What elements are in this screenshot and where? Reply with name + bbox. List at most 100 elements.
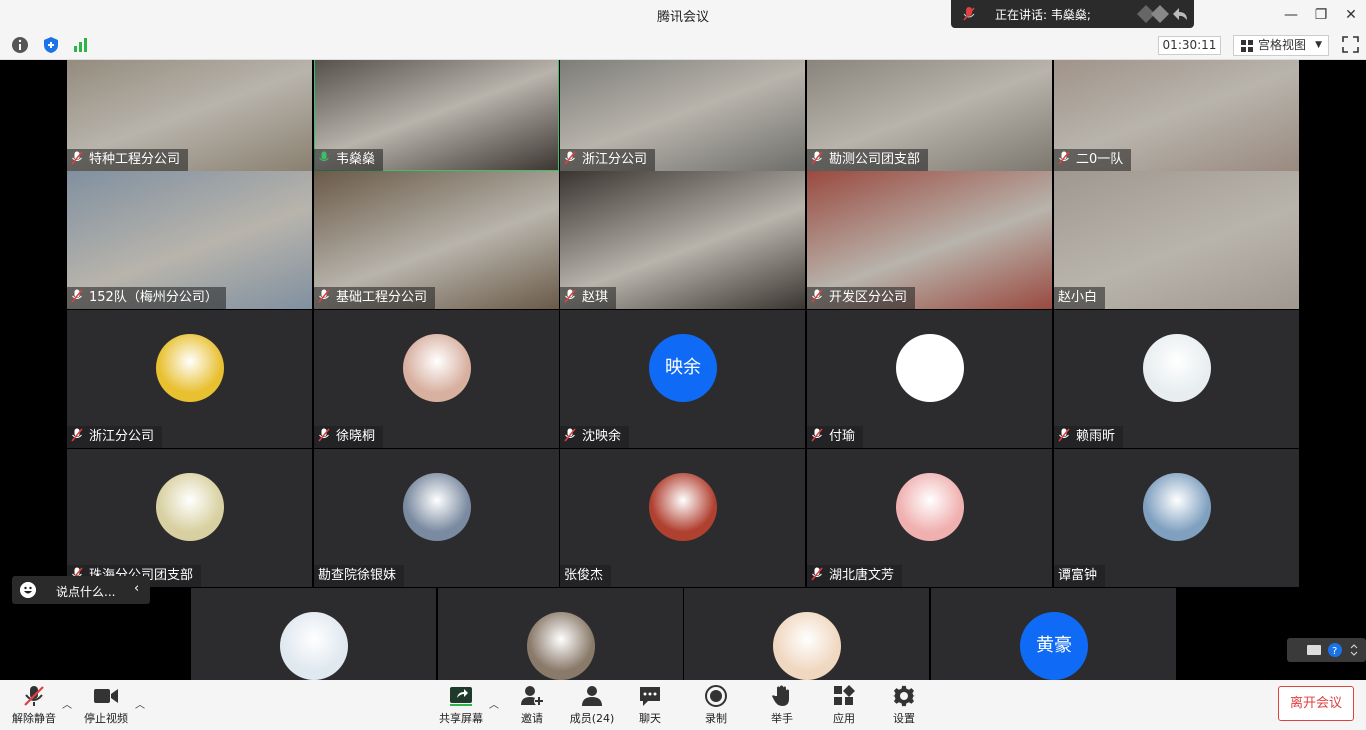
participant-name: 谭富钟 <box>1058 568 1098 583</box>
avatar <box>156 473 224 541</box>
participant-tile[interactable]: 付瑜 <box>807 310 1052 448</box>
record-button[interactable]: 录制 <box>698 684 734 726</box>
info-icon[interactable] <box>11 36 29 54</box>
participant-tile[interactable]: 映余 沈映余 <box>560 310 805 448</box>
participant-tile[interactable]: 赵琪 <box>560 171 805 309</box>
speaking-indicator: 正在讲话: 韦燊燊; <box>951 0 1194 28</box>
participant-name: 付瑜 <box>829 429 856 444</box>
leave-meeting-button[interactable]: 离开会议 <box>1278 686 1354 721</box>
record-label: 录制 <box>705 712 727 725</box>
participant-name-label: 基础工程分公司 <box>314 287 436 309</box>
participant-tile[interactable]: 谭富钟 <box>1054 449 1299 587</box>
chat-input[interactable]: 说点什么... <box>56 583 115 600</box>
participant-tile[interactable]: 赖雨昕 <box>1054 310 1299 448</box>
participant-tile[interactable]: 韦燊燊 <box>314 60 559 171</box>
participant-name: 基础工程分公司 <box>336 290 428 305</box>
view-mode-select[interactable]: 宫格视图 ▼ <box>1233 35 1329 56</box>
participant-name-label: 二0一队 <box>1054 149 1132 171</box>
avatar <box>1143 334 1211 402</box>
chevron-down-icon: ▼ <box>1315 40 1322 50</box>
avatar <box>896 334 964 402</box>
speaking-prefix: 正在讲话: <box>995 8 1048 22</box>
muted-mic-icon <box>963 7 975 21</box>
raise-hand-button[interactable]: 举手 <box>764 684 800 726</box>
members-label: 成员(24) <box>569 712 615 725</box>
participant-tile[interactable]: 勘查院徐银妹 <box>314 449 559 587</box>
raise-hand-label: 举手 <box>771 712 793 725</box>
chat-bubble-icon <box>640 687 660 706</box>
participant-name: 赵小白 <box>1058 290 1098 305</box>
muted-mic-icon <box>71 289 83 303</box>
share-screen-label: 共享屏幕 <box>439 712 483 725</box>
participant-tile[interactable]: 二0一队 <box>1054 60 1299 171</box>
avatar <box>156 334 224 402</box>
share-screen-icon <box>450 687 472 706</box>
speaking-name: 韦燊燊; <box>1050 8 1091 22</box>
participant-tile[interactable]: 赵小白 <box>1054 171 1299 309</box>
video-camera-icon <box>94 689 118 703</box>
participant-tile[interactable]: 黄豪 <box>931 588 1176 680</box>
keyboard-help-icons: ? <box>1307 643 1358 657</box>
view-mode-label: 宫格视图 <box>1258 38 1307 52</box>
participant-tile[interactable]: 浙江分公司 <box>67 310 312 448</box>
security-shield-icon[interactable] <box>42 36 60 54</box>
invite-user-icon <box>521 686 544 706</box>
keyboard-help-panel[interactable]: ? <box>1287 638 1366 662</box>
avatar <box>527 612 595 680</box>
avatar <box>403 334 471 402</box>
stop-video-label: 停止视频 <box>84 712 128 725</box>
participant-name-label: 浙江分公司 <box>560 149 656 171</box>
share-screen-button[interactable]: 共享屏幕 <box>434 684 488 726</box>
chevron-left-icon[interactable]: ‹ <box>134 581 139 596</box>
settings-button[interactable]: 设置 <box>886 684 922 726</box>
participant-tile[interactable]: 基础工程分公司 <box>314 171 559 309</box>
participant-tile[interactable] <box>684 588 929 680</box>
share-options-chevron-icon[interactable]: ︿ <box>489 696 499 711</box>
stop-video-button[interactable]: 停止视频 <box>80 684 132 726</box>
participant-name-label: 谭富钟 <box>1054 565 1106 587</box>
participant-tile[interactable]: 152队（梅州分公司） <box>67 171 312 309</box>
participant-name-label: 勘查院徐银妹 <box>314 565 405 587</box>
invite-button[interactable]: 邀请 <box>512 684 552 726</box>
gear-icon <box>892 685 916 707</box>
avatar <box>649 473 717 541</box>
members-button[interactable]: 成员(24) <box>566 684 618 726</box>
participant-tile[interactable]: 徐晓桐 <box>314 310 559 448</box>
audio-options-chevron-icon[interactable]: ︿ <box>62 696 72 711</box>
participant-name-label: 152队（梅州分公司） <box>67 287 226 309</box>
participant-tile[interactable]: 特种工程分公司 <box>67 60 312 171</box>
participant-name-label: 赖雨昕 <box>1054 426 1124 448</box>
minimize-button[interactable]: — <box>1278 4 1304 26</box>
record-icon <box>705 685 727 707</box>
members-icon <box>582 686 602 706</box>
chat-button[interactable]: 聊天 <box>632 684 668 726</box>
participant-tile[interactable]: 张俊杰 <box>560 449 805 587</box>
emoji-icon[interactable] <box>20 582 36 598</box>
close-button[interactable]: ✕ <box>1338 4 1364 26</box>
fullscreen-icon[interactable] <box>1342 36 1359 53</box>
restore-button[interactable]: ❐ <box>1308 4 1334 26</box>
participant-tile[interactable]: 珠海分公司团支部 <box>67 449 312 587</box>
avatar <box>1143 473 1211 541</box>
participant-tile[interactable] <box>191 588 436 680</box>
participant-name: 152队（梅州分公司） <box>89 290 218 305</box>
quick-chat-bar[interactable]: 说点什么... ‹ <box>12 576 150 604</box>
settings-label: 设置 <box>893 712 915 725</box>
muted-mic-icon <box>71 151 83 165</box>
apps-button[interactable]: 应用 <box>826 684 862 726</box>
participant-tile[interactable]: 湖北唐文芳 <box>807 449 1052 587</box>
participant-name-label: 沈映余 <box>560 426 630 448</box>
unmute-button[interactable]: 解除静音 <box>8 684 60 726</box>
participant-name-label: 开发区分公司 <box>807 287 916 309</box>
muted-mic-icon <box>71 428 83 442</box>
chat-label: 聊天 <box>639 712 661 725</box>
video-options-chevron-icon[interactable]: ︿ <box>135 696 145 711</box>
participant-name-label: 赵琪 <box>560 287 617 309</box>
participant-name: 赖雨昕 <box>1076 429 1116 444</box>
participant-tile[interactable]: 开发区分公司 <box>807 171 1052 309</box>
participant-tile[interactable]: 浙江分公司 <box>560 60 805 171</box>
participant-tile[interactable]: 勘测公司团支部 <box>807 60 1052 171</box>
signal-strength-icon[interactable] <box>72 36 90 54</box>
participant-tile[interactable] <box>438 588 683 680</box>
participant-name: 浙江分公司 <box>89 429 155 444</box>
